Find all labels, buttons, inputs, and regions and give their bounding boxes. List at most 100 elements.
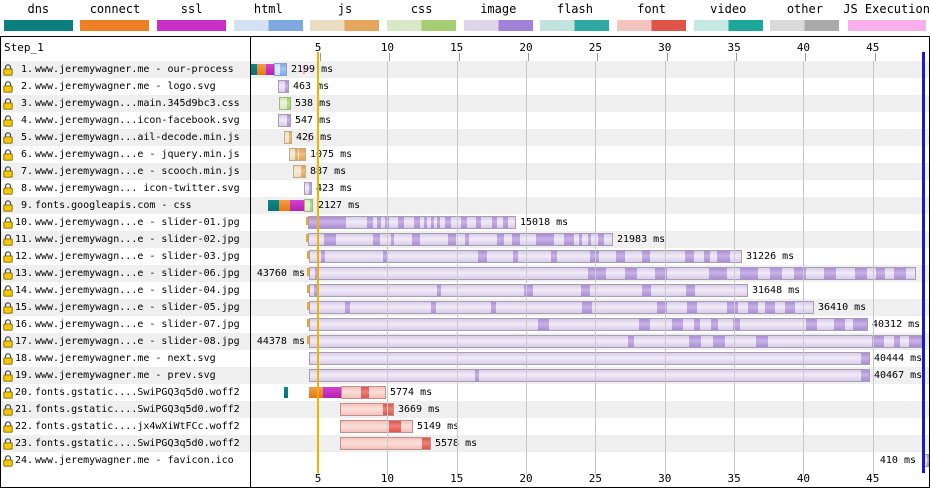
request-time-label: 3669 ms: [398, 403, 440, 416]
request-url[interactable]: www.jeremywagn...e - slider-04.jpg: [35, 285, 250, 296]
download-chunk: [806, 319, 817, 330]
request-row-13[interactable]: 13.www.jeremywagn...e - slider-06.jpg: [1, 265, 250, 282]
request-url[interactable]: www.jeremywagn...e - slider-05.jpg: [35, 302, 250, 313]
download-chunk: [824, 268, 836, 279]
request-list-column: Step_1 1.www.jeremywagner.me - our-proce…: [1, 37, 251, 487]
download-chunk: [478, 251, 487, 262]
legend-label: html: [254, 1, 283, 17]
request-url[interactable]: www.jeremywagner.me - our-process: [35, 64, 250, 75]
request-row-6[interactable]: 6.www.jeremywagn...e - jquery.min.js: [1, 146, 250, 163]
request-row-5[interactable]: 5.www.jeremywagn...ail-decode.min.js: [1, 129, 250, 146]
download-chunk: [582, 302, 592, 313]
legend-item-js-execution: JS Execution: [843, 0, 930, 36]
lock-icon: [3, 438, 13, 450]
legend-item-flash: flash: [537, 0, 614, 36]
request-url[interactable]: www.jeremywagn...e - slider-07.jpg: [35, 319, 250, 330]
download-chunk: [424, 217, 427, 228]
download-chunk: [491, 302, 496, 313]
request-bar: [309, 352, 870, 365]
request-url[interactable]: www.jeremywagn...ail-decode.min.js: [35, 132, 250, 143]
request-row-19[interactable]: 19.www.jeremywagner.me - prev.svg: [1, 367, 250, 384]
request-url[interactable]: www.jeremywagn...e - slider-03.jpg: [35, 251, 250, 262]
request-number: 13.: [15, 268, 33, 279]
request-row-8[interactable]: 8.www.jeremywagn... icon-twitter.svg: [1, 180, 250, 197]
request-row-21[interactable]: 21.fonts.gstatic....SwiPGQ3q5d0.woff2: [1, 401, 250, 418]
request-url[interactable]: www.jeremywagn...main.345d9bc3.css: [35, 98, 250, 109]
request-url[interactable]: www.jeremywagn...e - jquery.min.js: [35, 149, 250, 160]
request-url[interactable]: fonts.gstatic....SwiPGQ3q5d0.woff2: [35, 438, 250, 449]
download-chunk: [299, 149, 305, 160]
request-row-3[interactable]: 3.www.jeremywagn...main.345d9bc3.css: [1, 95, 250, 112]
timeline-row-15: 36410 ms: [251, 299, 929, 316]
request-row-10[interactable]: 10.www.jeremywagn...e - slider-01.jpg: [1, 214, 250, 231]
request-row-17[interactable]: 17.www.jeremywagn...e - slider-08.jpg: [1, 333, 250, 350]
request-row-11[interactable]: 11.www.jeremywagn...e - slider-02.jpg: [1, 231, 250, 248]
legend-swatch: [617, 20, 686, 31]
request-time-label: 547 ms: [295, 114, 331, 127]
request-url[interactable]: www.jeremywagn...e - slider-01.jpg: [35, 217, 250, 228]
download-chunk: [503, 217, 508, 228]
request-url[interactable]: fonts.googleapis.com - css: [35, 200, 250, 211]
request-url[interactable]: www.jeremywagner.me - favicon.ico: [35, 455, 250, 466]
request-time-label: 426 ms: [296, 131, 332, 144]
request-url[interactable]: fonts.gstatic....SwiPGQ3q5d0.woff2: [35, 404, 250, 415]
request-row-9[interactable]: 9.fonts.googleapis.com - css: [1, 197, 250, 214]
request-url[interactable]: www.jeremywagn...e - slider-08.jpg: [35, 336, 250, 347]
request-row-12[interactable]: 12.www.jeremywagn...e - slider-03.jpg: [1, 248, 250, 265]
request-bar: [308, 233, 613, 246]
request-row-20[interactable]: 20.fonts.gstatic....SwiPGQ3q5d0.woff2: [1, 384, 250, 401]
download-chunk: [687, 302, 697, 313]
request-row-2[interactable]: 2.www.jeremywagner.me - logo.svg: [1, 78, 250, 95]
lock-icon: [3, 217, 13, 229]
request-url[interactable]: www.jeremywagn...e - slider-02.jpg: [35, 234, 250, 245]
request-row-1[interactable]: 1.www.jeremywagner.me - our-process: [1, 61, 250, 78]
download-chunk: [361, 387, 369, 398]
request-url[interactable]: www.jeremywagn...e - slider-06.jpg: [35, 268, 250, 279]
download-chunk: [704, 251, 709, 262]
bar-segment-connect: [279, 200, 290, 211]
legend-label: ssl: [181, 1, 203, 17]
request-url[interactable]: fonts.gstatic....SwiPGQ3q5d0.woff2: [35, 387, 250, 398]
request-row-4[interactable]: 4.www.jeremywagn...icon-facebook.svg: [1, 112, 250, 129]
request-url[interactable]: fonts.gstatic....jx4wXiWtFCc.woff2: [35, 421, 250, 432]
download-chunk: [289, 132, 291, 143]
request-row-24[interactable]: 24.www.jeremywagner.me - favicon.ico: [1, 452, 250, 469]
request-row-7[interactable]: 7.www.jeremywagn...e - scooch.min.js: [1, 163, 250, 180]
download-chunk: [324, 234, 336, 245]
download-chunk: [280, 64, 286, 75]
axis-tick-label-bottom: 5: [315, 472, 322, 485]
timeline-row-14: 31648 ms: [251, 282, 929, 299]
request-row-22[interactable]: 22.fonts.gstatic....jx4wXiWtFCc.woff2: [1, 418, 250, 435]
request-row-18[interactable]: 18.www.jeremywagner.me - next.svg: [1, 350, 250, 367]
download-chunk: [513, 251, 518, 262]
request-url[interactable]: www.jeremywagn...e - scooch.min.js: [35, 166, 250, 177]
axis-tick-label-top: 35: [727, 41, 740, 54]
download-chunk: [642, 251, 651, 262]
request-url[interactable]: www.jeremywagner.me - next.svg: [35, 353, 250, 364]
axis-tick-label-top: 15: [450, 41, 463, 54]
timeline-row-21: 3669 ms: [251, 401, 929, 418]
lock-icon: [3, 64, 13, 76]
request-url[interactable]: www.jeremywagn...icon-facebook.svg: [35, 115, 250, 126]
download-chunk: [579, 234, 583, 245]
download-chunk: [301, 166, 305, 177]
gridline: [595, 61, 596, 475]
legend-item-js: js: [307, 0, 384, 36]
download-chunk: [321, 251, 325, 262]
request-url[interactable]: www.jeremywagner.me - logo.svg: [35, 81, 250, 92]
request-row-16[interactable]: 16.www.jeremywagn...e - slider-07.jpg: [1, 316, 250, 333]
legend-item-html: html: [230, 0, 307, 36]
request-url[interactable]: www.jeremywagn... icon-twitter.svg: [35, 183, 250, 194]
request-row-15[interactable]: 15.www.jeremywagn...e - slider-05.jpg: [1, 299, 250, 316]
legend-swatch: [310, 20, 379, 31]
download-chunk: [287, 98, 290, 109]
axis-tick-label-top: 40: [797, 41, 810, 54]
request-row-14[interactable]: 14.www.jeremywagn...e - slider-04.jpg: [1, 282, 250, 299]
request-url[interactable]: www.jeremywagner.me - prev.svg: [35, 370, 250, 381]
axis-tick-label-bottom: 45: [866, 472, 879, 485]
download-chunk: [616, 251, 625, 262]
timeline-row-18: 40444 ms: [251, 350, 929, 367]
lock-icon: [3, 234, 13, 246]
download-chunk: [564, 234, 575, 245]
request-row-23[interactable]: 23.fonts.gstatic....SwiPGQ3q5d0.woff2: [1, 435, 250, 452]
